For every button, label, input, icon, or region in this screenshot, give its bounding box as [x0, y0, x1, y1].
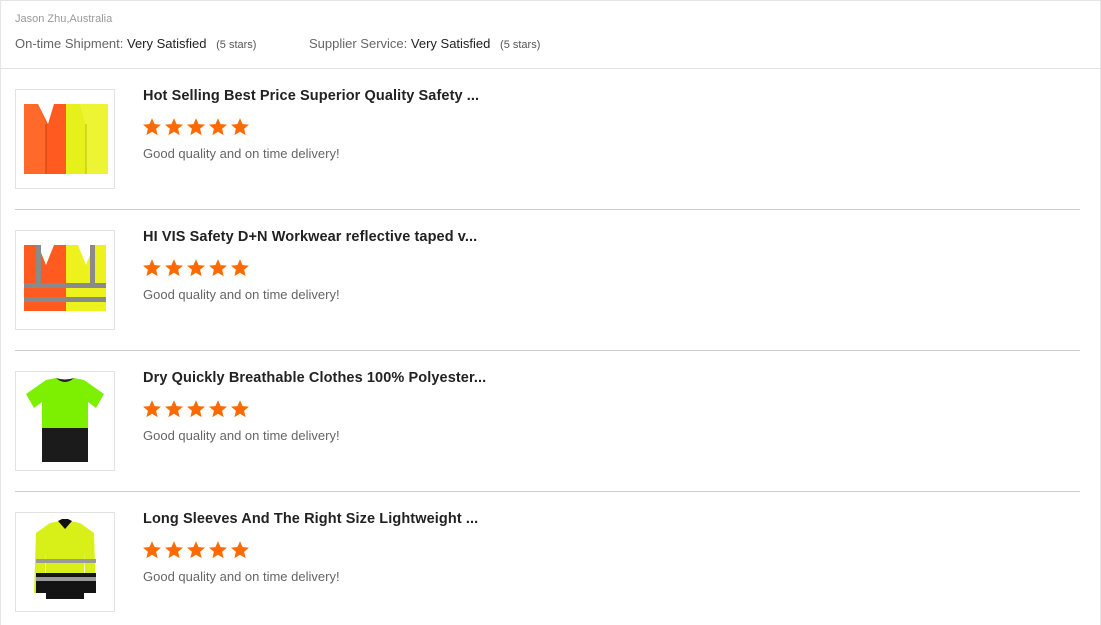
star-icon — [143, 400, 161, 418]
star-icon — [165, 259, 183, 277]
star-icon — [165, 118, 183, 136]
product-thumbnail[interactable] — [15, 371, 115, 471]
star-icon — [231, 118, 249, 136]
service-label: Supplier Service: — [309, 36, 408, 51]
review-item: Hot Selling Best Price Superior Quality … — [15, 69, 1080, 210]
star-icon — [209, 541, 227, 559]
star-icon — [209, 400, 227, 418]
star-icon — [187, 400, 205, 418]
star-icon — [187, 541, 205, 559]
review-comment: Good quality and on time delivery! — [143, 428, 340, 443]
hivis-longsleeve-icon — [34, 519, 96, 599]
shipment-rating: On-time Shipment: Very Satisfied (5 star… — [15, 36, 256, 51]
shipment-stars-text: (5 stars) — [216, 39, 257, 51]
hivis-tshirt-icon — [26, 378, 104, 462]
star-icon — [143, 118, 161, 136]
star-icon — [231, 541, 249, 559]
review-comment: Good quality and on time delivery! — [143, 287, 340, 302]
reflective-vest-icon — [24, 245, 106, 311]
review-comment: Good quality and on time delivery! — [143, 569, 340, 584]
star-rating — [142, 117, 250, 137]
reviewer-header: Jason Zhu,Australia On-time Shipment: Ve… — [0, 0, 1101, 69]
product-title[interactable]: Hot Selling Best Price Superior Quality … — [143, 88, 479, 104]
star-icon — [209, 259, 227, 277]
safety-vest-icon — [24, 104, 108, 174]
product-thumbnail[interactable] — [15, 230, 115, 330]
reviewer-name: Jason Zhu,Australia — [15, 13, 113, 25]
star-rating — [142, 540, 250, 560]
shipment-value: Very Satisfied — [127, 36, 207, 51]
product-title[interactable]: Dry Quickly Breathable Clothes 100% Poly… — [143, 370, 486, 386]
review-item: Dry Quickly Breathable Clothes 100% Poly… — [15, 351, 1080, 492]
star-icon — [187, 118, 205, 136]
service-value: Very Satisfied — [410, 36, 491, 51]
star-icon — [209, 118, 227, 136]
product-title[interactable]: Long Sleeves And The Right Size Lightwei… — [143, 511, 478, 527]
star-icon — [143, 541, 161, 559]
star-icon — [231, 259, 249, 277]
star-icon — [187, 259, 205, 277]
star-icon — [231, 400, 249, 418]
star-icon — [165, 541, 183, 559]
product-title[interactable]: HI VIS Safety D+N Workwear reflective ta… — [143, 229, 477, 245]
star-icon — [165, 400, 183, 418]
product-thumbnail[interactable] — [15, 89, 115, 189]
shipment-label: On-time Shipment: — [15, 36, 124, 51]
review-item: Long Sleeves And The Right Size Lightwei… — [15, 492, 1080, 625]
service-stars-text: (5 stars) — [500, 39, 541, 51]
review-comment: Good quality and on time delivery! — [143, 146, 340, 161]
review-item: HI VIS Safety D+N Workwear reflective ta… — [15, 210, 1080, 351]
product-thumbnail[interactable] — [15, 512, 115, 612]
service-rating: Supplier Service: Very Satisfied (5 star… — [309, 36, 540, 51]
star-rating — [142, 399, 250, 419]
star-icon — [143, 259, 161, 277]
star-rating — [142, 258, 250, 278]
